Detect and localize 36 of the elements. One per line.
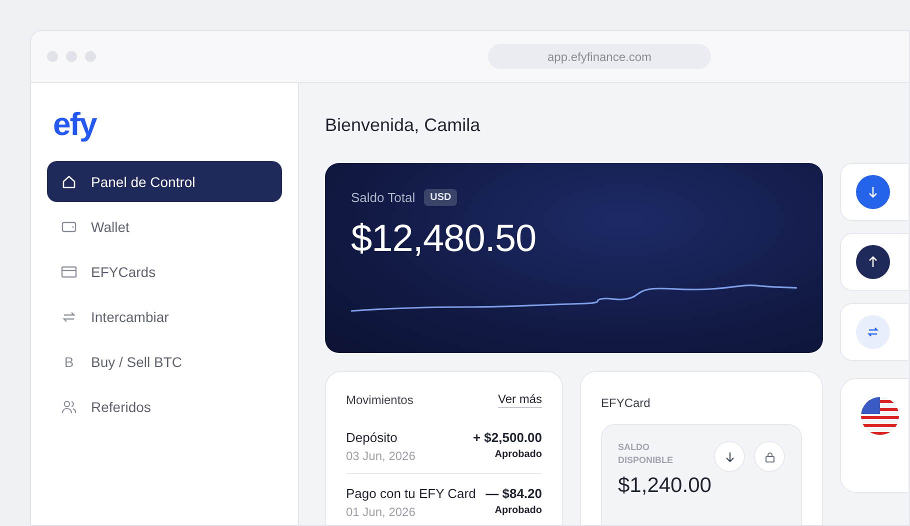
sidebar-item[interactable]: Referidos bbox=[47, 386, 282, 427]
greeting: Bienvenida, Camila bbox=[325, 115, 482, 136]
sidebar-item[interactable]: Wallet bbox=[47, 206, 282, 247]
card-title: Movimientos bbox=[346, 393, 414, 407]
transaction-amount: + $2,500.00 bbox=[472, 430, 542, 445]
card-balance: $1,240.00 bbox=[618, 474, 712, 498]
sidebar-item[interactable]: Intercambiar bbox=[47, 296, 282, 337]
available-balance-label: SALDO DISPONIBLE bbox=[618, 441, 674, 467]
download-button[interactable] bbox=[714, 441, 745, 472]
card-icon bbox=[61, 264, 77, 280]
transaction-name: Depósito bbox=[346, 430, 398, 445]
logo: efy bbox=[53, 105, 96, 144]
transaction-status: Aprobado bbox=[494, 449, 542, 460]
arrow-down-icon bbox=[724, 450, 736, 462]
sidebar-item[interactable]: B Buy / Sell BTC bbox=[47, 341, 282, 382]
quick-action-button[interactable] bbox=[840, 233, 908, 291]
us-flag-icon bbox=[861, 397, 899, 435]
swap-icon bbox=[866, 325, 880, 339]
balance-label: Saldo Total bbox=[351, 190, 416, 205]
transaction-date: 01 Jun, 2026 bbox=[346, 505, 416, 519]
sidebar-item[interactable]: Panel de Control bbox=[47, 161, 282, 202]
transaction-status: Aprobado bbox=[494, 505, 542, 516]
currency-badge: USD bbox=[424, 189, 458, 206]
btc-glyph: B bbox=[63, 354, 75, 370]
lock-button[interactable] bbox=[754, 441, 785, 472]
arrow-down-icon bbox=[866, 185, 880, 199]
card-title: EFYCard bbox=[601, 396, 652, 410]
see-more-link[interactable]: Ver más bbox=[498, 392, 542, 408]
users-icon bbox=[61, 398, 77, 414]
lock-icon bbox=[764, 450, 776, 462]
sidebar-item[interactable]: EFYCards bbox=[47, 251, 282, 292]
transaction-name: Pago con tu EFY Card bbox=[346, 486, 476, 501]
balance-amount: $12,480.50 bbox=[351, 218, 538, 261]
home-icon bbox=[61, 174, 77, 190]
transaction-date: 03 Jun, 2026 bbox=[346, 449, 416, 463]
transaction-amount: — $84.20 bbox=[486, 486, 542, 501]
